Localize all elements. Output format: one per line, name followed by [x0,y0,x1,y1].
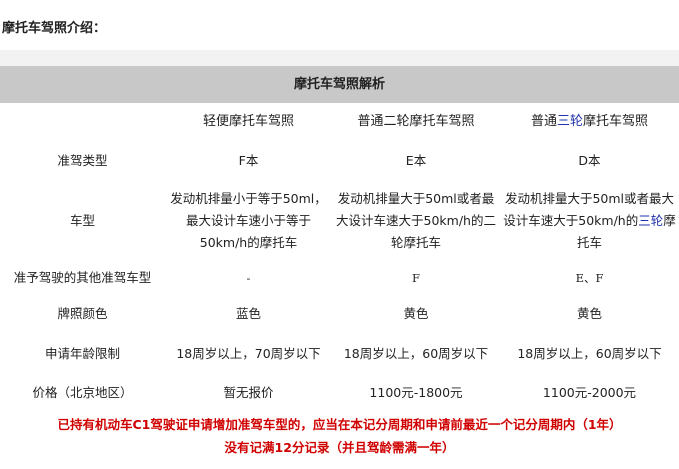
notice-line-1: 已持有机动车C1驾驶证申请增加准驾车型的，应当在本记分周期和申请前最近一个记分周… [57,417,622,432]
red-notice: 已持有机动车C1驾驶证申请增加准驾车型的，应当在本记分周期和申请前最近一个记分周… [0,413,679,459]
table-row: 车型 发动机排量小于等于50ml，最大设计车速小于等于50km/h的摩托车 发动… [0,181,679,261]
table-row: 准驾类型 F本 E本 D本 [0,141,679,181]
table-row: 准予驾驶的其他准驾车型 - F E、F [0,261,679,294]
table-row: 牌照颜色 蓝色 黄色 黄色 [0,294,679,334]
row-label-model: 车型 [69,213,95,228]
cell-type-2: E本 [405,153,427,168]
cell-type-1: F本 [238,153,259,168]
header-three-wheel-highlight: 三轮 [556,114,583,129]
row-label-type: 准驾类型 [57,153,108,168]
cell-color-1: 蓝色 [235,306,261,321]
cell-model-1: 发动机排量小于等于50ml，最大设计车速小于等于50km/h的摩托车 [170,191,327,250]
table-row: 申请年龄限制 18周岁以上，70周岁以下 18周岁以上，60周岁以下 18周岁以… [0,334,679,374]
row-label-color: 牌照颜色 [57,306,108,321]
cell-age-1: 18周岁以上，70周岁以下 [176,346,321,361]
section-divider [0,50,679,66]
row-label-age: 申请年龄限制 [44,346,120,361]
cell-color-2: 黄色 [403,306,429,321]
intro-title: 摩托车驾照介绍： [2,21,107,36]
cell-price-3: 1100元-2000元 [542,385,637,400]
cell-other-1: - [246,270,251,285]
cell-model-3-highlight: 三轮 [638,213,664,228]
cell-other-2: F [412,270,420,285]
row-label-price: 价格（北京地区） [32,385,133,400]
header-light-moto: 轻便摩托车驾照 [202,114,294,129]
cell-price-1: 暂无报价 [223,385,274,400]
cell-color-3: 黄色 [576,306,602,321]
header-three-wheel-pre: 普通 [530,114,557,129]
cell-model-3: 发动机排量大于50ml或者最大设计车速大于50km/h的三轮摩托车 [500,181,679,261]
cell-other-3: E、F [575,270,604,285]
cell-price-2: 1100元-1800元 [369,385,463,400]
cell-age-2: 18周岁以上，60周岁以下 [343,346,489,361]
cell-age-3: 18周岁以上，60周岁以下 [517,346,662,361]
license-panel: 摩托车驾照解析 轻便摩托车驾照 普通二轮摩托车驾照 普通三轮摩托车驾照 准驾类型… [0,66,679,469]
header-empty-cell [0,103,165,141]
table-header-row: 轻便摩托车驾照 普通二轮摩托车驾照 普通三轮摩托车驾照 [0,103,679,141]
table-title: 摩托车驾照解析 [0,66,679,103]
table-row: 价格（北京地区） 暂无报价 1100元-1800元 1100元-2000元 [0,374,679,412]
header-three-wheel-post: 摩托车驾照 [583,114,649,129]
cell-type-3: D本 [578,153,601,168]
header-two-wheel: 普通二轮摩托车驾照 [357,114,475,129]
page: 摩托车驾照介绍： 摩托车驾照解析 轻便摩托车驾照 普通二轮摩托车驾照 普通三轮摩… [0,0,679,469]
license-table: 轻便摩托车驾照 普通二轮摩托车驾照 普通三轮摩托车驾照 准驾类型 F本 E本 D… [0,103,679,412]
notice-line-2: 没有记满12分记录（并且驾龄需满一年） [224,440,455,455]
row-label-other: 准予驾驶的其他准驾车型 [13,269,152,285]
intro-section: 摩托车驾照介绍： [0,0,679,50]
header-three-wheel: 普通三轮摩托车驾照 [500,103,679,141]
cell-model-2: 发动机排量大于50ml或者最大设计车速大于50km/h的二轮摩托车 [336,191,496,250]
